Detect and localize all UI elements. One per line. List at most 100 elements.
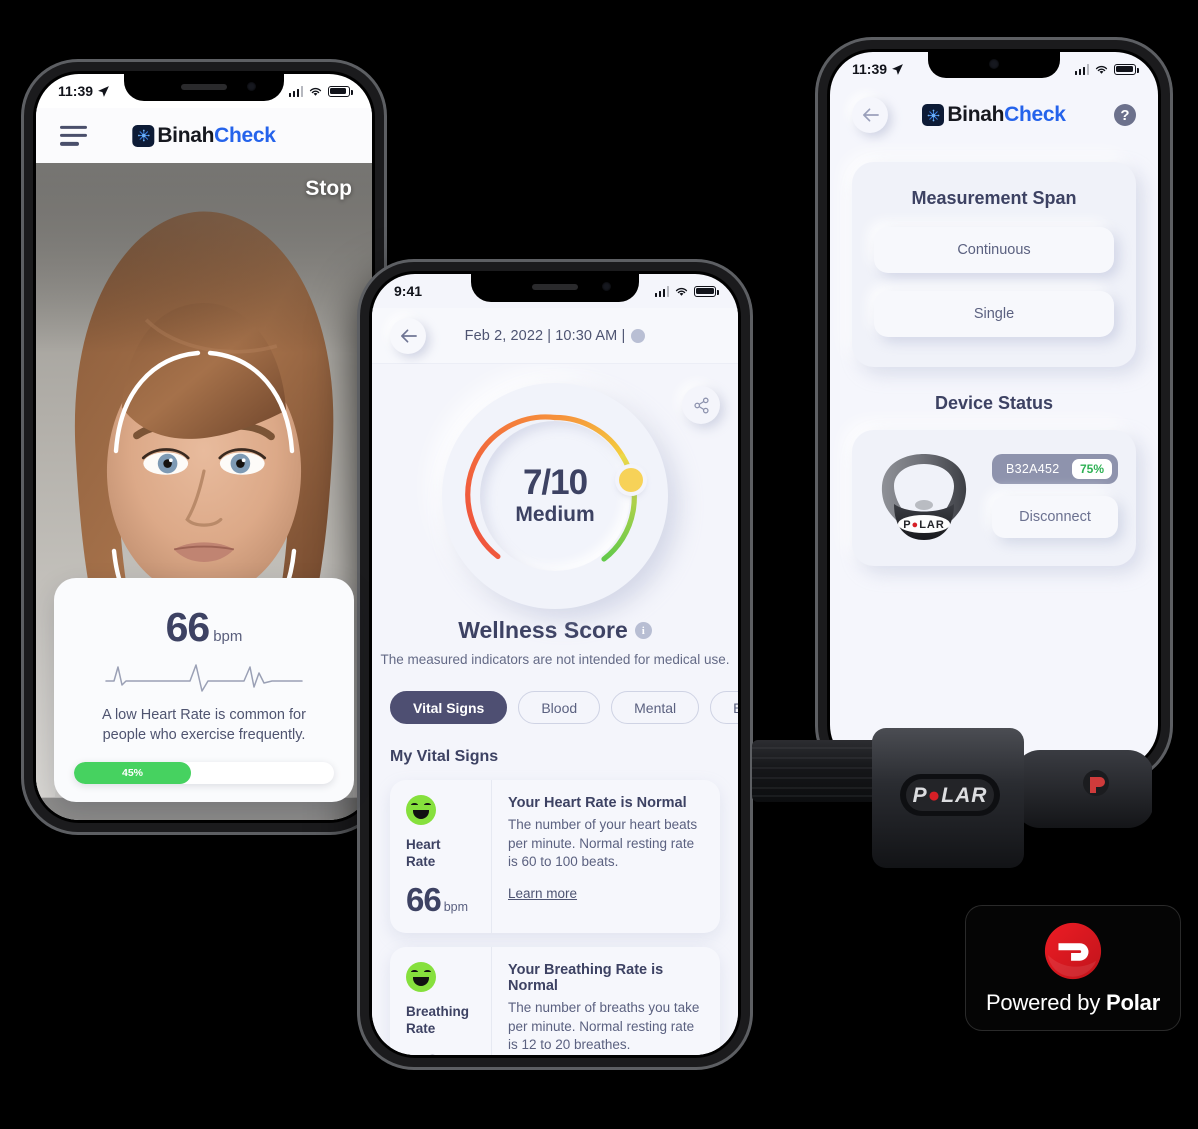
medical-disclaimer: The measured indicators are not intended… [380,652,730,667]
span-option-continuous[interactable]: Continuous [874,227,1114,273]
learn-more-link[interactable]: Learn more [508,886,577,901]
vital-headline: Your Breathing Rate is Normal [508,961,664,994]
vital-card-detail: Your Breathing Rate is Normal The number… [492,947,720,1055]
phone2-status-bar: 9:41 [372,274,738,308]
phone3-content: Measurement Span Continuous Single Devic… [830,144,1158,768]
vital-name: Breathing Rate [406,1003,470,1036]
polar-h10-chest-strap: P●LAR [752,728,1152,886]
app-brand: BinahCheck [132,123,276,148]
phone1-bezel: 11:39 BinahCheck Stop 66 bpm A low Heart… [33,71,375,823]
tab-mental[interactable]: Mental [611,691,700,725]
tab-energy[interactable]: Energy [710,691,738,725]
vital-card-breathing-rate[interactable]: BreathingRate 13brpm Your Breathing Rate… [390,946,720,1055]
powered-by-polar-badge: Powered by Polar [966,906,1180,1030]
device-card: P●LAR B32A452 75% Disconnect [852,430,1136,566]
back-button[interactable] [390,318,426,354]
brand-text: BinahCheck [157,123,276,147]
vital-card-detail: Your Heart Rate is Normal The number of … [492,780,720,933]
vital-headline: Your Heart Rate is Normal [508,795,687,812]
device-id-row: B32A452 75% [992,454,1118,484]
battery-icon [1114,63,1139,75]
phone-results: 9:41 Feb 2, 2022 | 10:30 AM | 7/10 Mediu… [360,262,750,1067]
datetime-text: Feb 2, 2022 | 10:30 AM | [464,327,626,344]
device-id: B32A452 [1006,462,1060,476]
device-info: B32A452 75% Disconnect [992,454,1118,538]
svg-text:P●LAR: P●LAR [913,784,988,807]
measurement-datetime: Feb 2, 2022 | 10:30 AM | [465,328,646,344]
phone3-bezel: 11:39 BinahCheck ? Measurement Span Cont… [827,49,1161,771]
phone-measurement: 11:39 BinahCheck Stop 66 bpm A low Heart… [24,62,384,832]
phone1-screen: 11:39 BinahCheck Stop 66 bpm A low Heart… [36,74,372,820]
section-title-vital-signs: My Vital Signs [390,748,499,766]
happy-face-icon [406,961,436,992]
back-arrow-icon [400,329,417,343]
location-arrow-icon [892,63,903,75]
span-option-single[interactable]: Single [874,291,1114,337]
tab-vital-signs[interactable]: Vital Signs [390,691,508,725]
wifi-icon [1095,65,1108,74]
heart-rate-value: 66 [165,603,211,650]
wellness-score-value: 7/10 [522,462,588,502]
cellular-bars-icon [288,85,303,97]
vital-value: 13brpm [406,1048,491,1055]
battery-icon [694,285,719,297]
wellness-gauge: 7/10 Medium [430,378,680,613]
vital-description: The number of your heart beats per minut… [508,817,698,870]
cellular-bars-icon [654,285,669,297]
vital-description: The number of breaths you take per minut… [508,999,700,1053]
progress-percent: 45% [121,767,143,779]
brand-text: BinahCheck [947,103,1066,126]
binah-logo-icon [132,124,155,147]
location-arrow-icon [98,85,109,97]
phone3-status-bar: 11:39 [830,52,1158,86]
heart-rate-readout: 66 bpm [74,604,334,651]
phone2-bezel: 9:41 Feb 2, 2022 | 10:30 AM | 7/10 Mediu… [369,271,741,1058]
measurement-result-card: 66 bpm A low Heart Rate is common for peo… [54,577,354,802]
status-time: 11:39 [852,61,888,77]
heart-rate-hint: A low Heart Rate is common for people wh… [102,706,306,744]
fingerprint-icon [631,328,646,343]
category-tabs: Vital Signs Blood Mental Energy [372,691,738,725]
phone-settings: 11:39 BinahCheck ? Measurement Span Cont… [818,40,1170,780]
svg-text:P●LAR: P●LAR [903,519,945,531]
polar-badge-text: Powered by Polar [985,990,1161,1015]
device-status-title: Device Status [934,393,1054,413]
heart-rate-unit: bpm [213,627,243,645]
app-brand: BinahCheck [922,103,1066,127]
wifi-icon [309,87,322,96]
device-battery-badge: 75% [1071,459,1112,479]
battery-icon [328,85,353,97]
vital-card-heart-rate[interactable]: Heart Rate 66 bpm Your Heart Rate is Norma… [390,780,720,933]
measurement-span-title: Measurement Span [911,188,1077,208]
wellness-score-level: Medium [515,502,595,526]
vital-name: Heart Rate [406,837,441,870]
wifi-icon [675,287,688,296]
cellular-bars-icon [1074,63,1089,75]
disconnect-button[interactable]: Disconnect [992,496,1118,538]
progress-fill: 45% [74,762,191,784]
status-time: 11:39 [58,83,94,99]
composite-scene: 11:39 BinahCheck Stop 66 bpm A low Heart… [0,0,1198,1129]
measurement-progress-bar: 45% [74,762,334,784]
gauge-score-text: 7/10 Medium [430,465,680,527]
help-question-icon[interactable]: ? [1114,104,1136,126]
wellness-title-text: Wellness Score [458,617,628,643]
hamburger-menu-icon[interactable] [60,125,87,146]
polar-logo-icon [1044,922,1102,980]
info-icon[interactable]: i [634,622,652,639]
measurement-span-panel: Measurement Span Continuous Single [852,162,1136,367]
phone3-app-bar: BinahCheck ? [830,86,1158,144]
phone1-status-bar: 11:39 [36,74,372,108]
status-time: 9:41 [394,283,423,299]
phone2-content: 7/10 Medium Wellness Score i The measure… [372,364,738,1055]
stop-button[interactable]: Stop [305,177,352,201]
tab-blood[interactable]: Blood [518,691,601,725]
share-button[interactable] [682,386,720,424]
polar-chest-strap-icon: P●LAR [881,454,967,540]
share-icon [693,397,709,413]
vital-card-summary: Heart Rate 66 bpm [390,780,492,933]
vital-card-summary: BreathingRate 13brpm [390,946,492,1055]
back-button[interactable] [852,97,888,133]
binah-logo-icon [922,104,945,126]
vital-value: 66 bpm [406,880,469,918]
